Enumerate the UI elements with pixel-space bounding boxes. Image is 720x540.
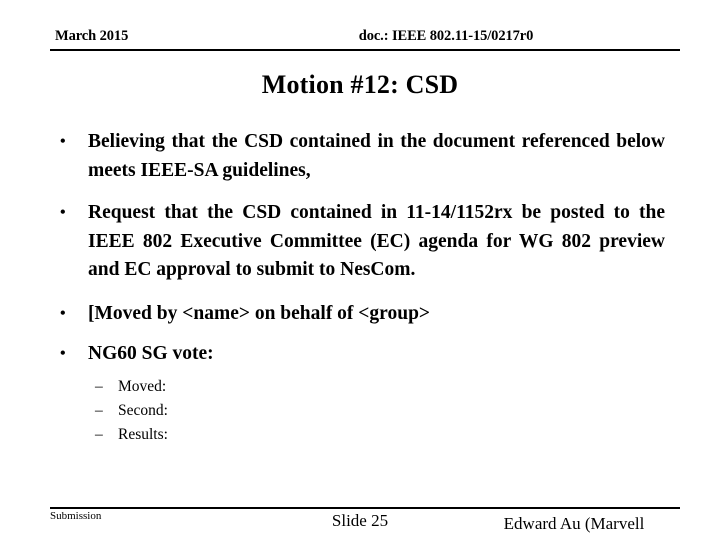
dash-marker-icon: – <box>95 401 103 419</box>
dash-marker-icon: – <box>95 377 103 395</box>
sub-bullet-item: – Results: <box>95 423 665 447</box>
bullet-text: NG60 SG vote: <box>88 343 214 364</box>
bullet-item: • NG60 SG vote: <box>55 340 665 369</box>
slide: March 2015 doc.: IEEE 802.11-15/0217r0 M… <box>0 0 720 540</box>
bullet-text: Request that the CSD contained in 11-14/… <box>88 202 665 280</box>
footer-divider <box>50 507 680 509</box>
bullet-item: • Believing that the CSD contained in th… <box>55 128 665 185</box>
sub-bullet-item: – Moved: <box>95 375 665 399</box>
sub-bullet-text: Results: <box>118 425 168 443</box>
slide-body: • Believing that the CSD contained in th… <box>55 128 665 447</box>
footer-author-line1: Edward Au (Marvell <box>503 514 645 533</box>
bullet-marker-icon: • <box>60 133 66 150</box>
bullet-item: • [Moved by <name> on behalf of <group> <box>55 300 665 329</box>
header-divider <box>50 49 680 51</box>
sub-bullet-item: – Second: <box>95 399 665 423</box>
bullet-marker-icon: • <box>60 204 66 221</box>
sub-bullet-list: – Moved: – Second: – Results: <box>55 375 665 447</box>
footer-author: Edward Au (Marvell Semiconductor) <box>460 511 688 540</box>
bullet-marker-icon: • <box>60 304 66 322</box>
footer-author-line2: Semiconductor) <box>460 536 688 540</box>
bullet-text: [Moved by <name> on behalf of <group> <box>88 302 431 324</box>
page-title: Motion #12: CSD <box>261 70 459 99</box>
dash-marker-icon: – <box>95 425 103 443</box>
bullet-item: • Request that the CSD contained in 11-1… <box>55 199 665 285</box>
sub-bullet-text: Moved: <box>118 377 167 395</box>
sub-bullet-text: Second: <box>118 401 168 419</box>
bullet-text: Believing that the CSD contained in the … <box>88 131 665 181</box>
header-document-number: doc.: IEEE 802.11-15/0217r0 <box>358 28 534 44</box>
bullet-marker-icon: • <box>60 345 66 362</box>
